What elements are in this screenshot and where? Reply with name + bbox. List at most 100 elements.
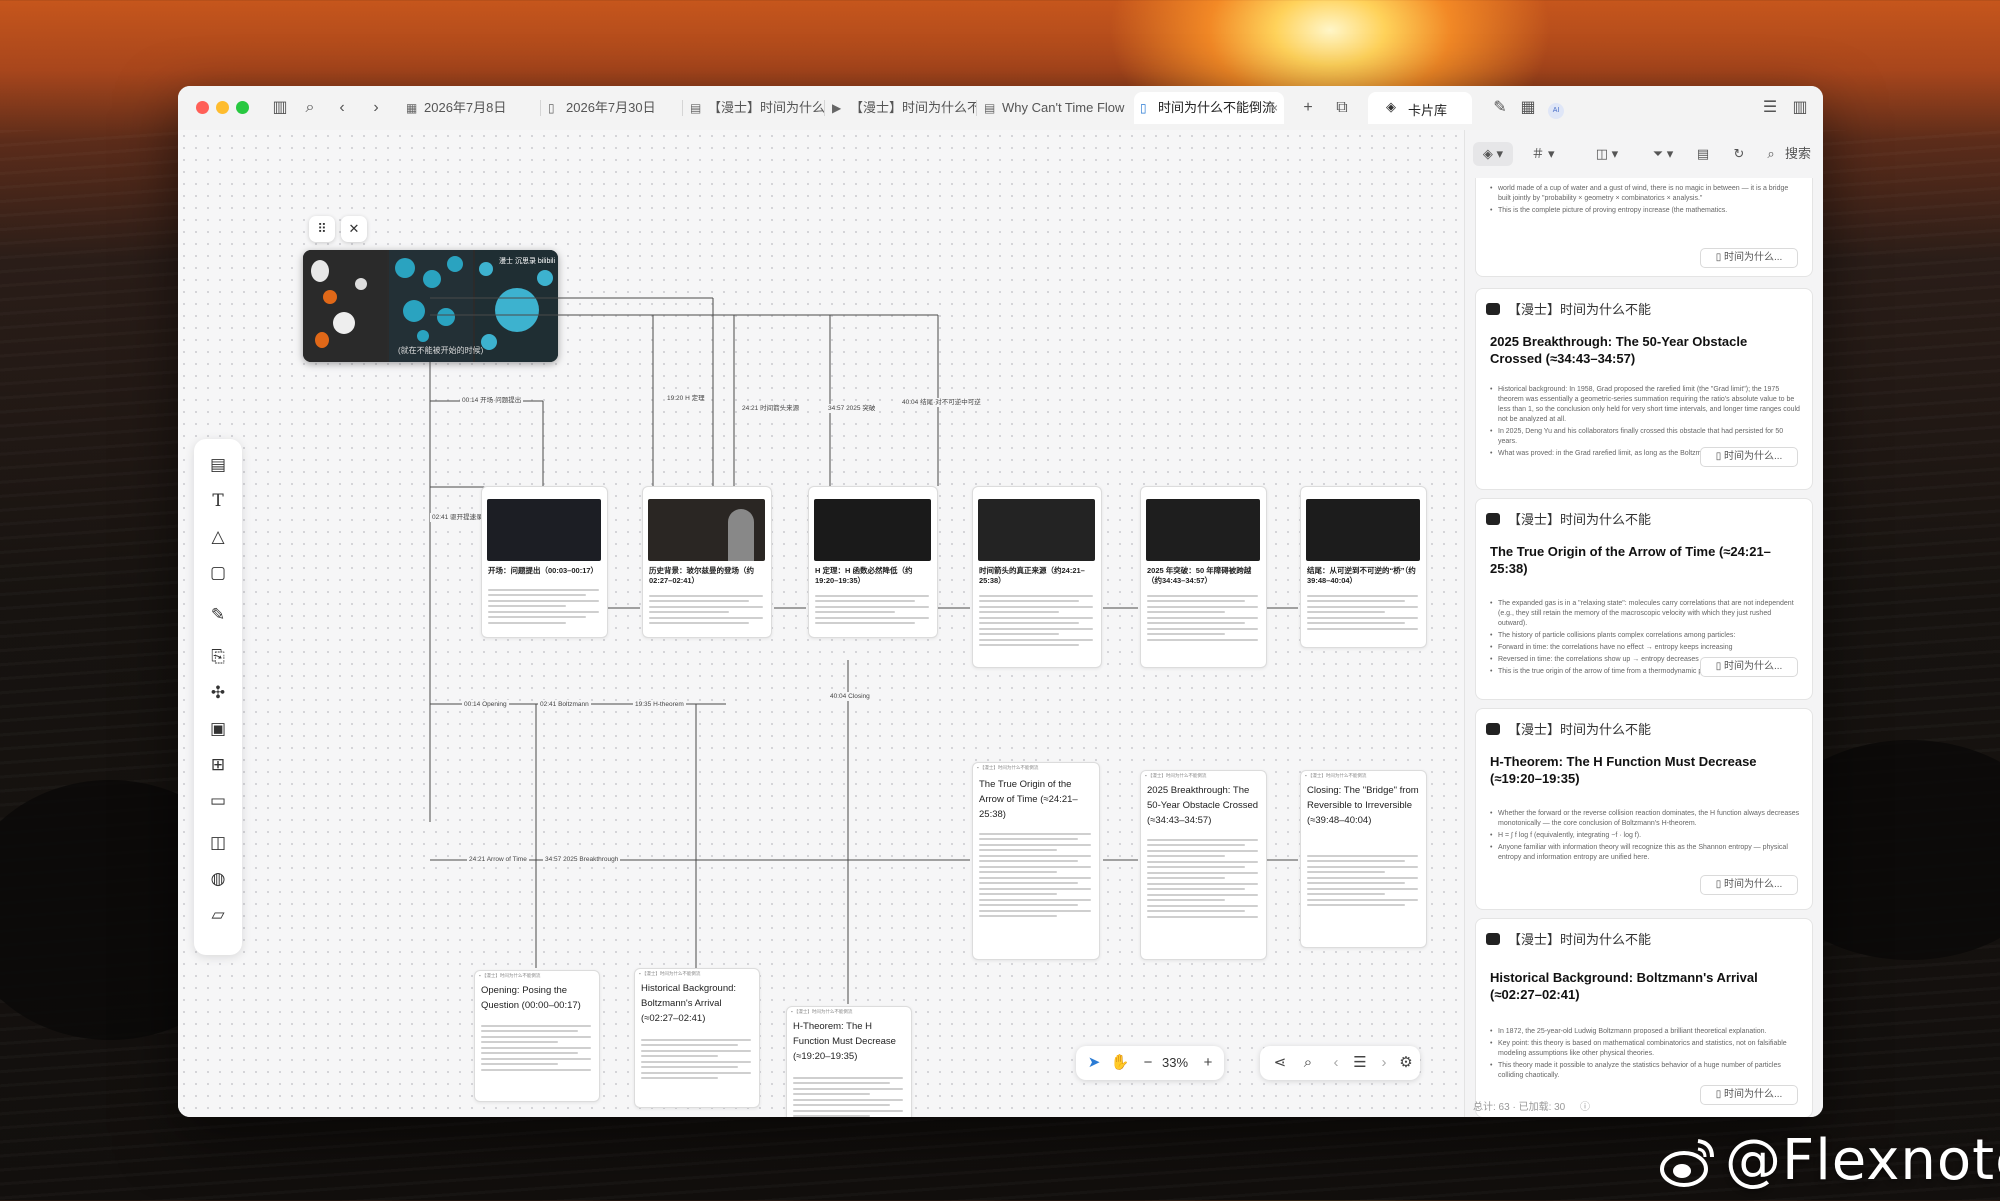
library-card[interactable]: 【漫士】时间为什么不能 2025 Breakthrough: The 50-Ye… bbox=[1475, 288, 1813, 490]
source-link-button[interactable]: ▯ 时间为什么... bbox=[1700, 447, 1798, 467]
zoom-window-button[interactable] bbox=[236, 101, 249, 114]
body-line: This theory made it possible to analyze … bbox=[1490, 1061, 1800, 1081]
canvas-card[interactable]: 时间箭头的真正来源（约24:21–25:38） bbox=[972, 486, 1102, 668]
pointer-icon[interactable]: ➤ bbox=[1082, 1051, 1106, 1075]
panel-status: 总计: 63 · 已加载: 30 ⓘ bbox=[1473, 1098, 1590, 1113]
card-source: 【漫士】时间为什么不能 bbox=[1486, 299, 1651, 318]
zoom-level[interactable]: 33% bbox=[1162, 1055, 1188, 1070]
card-title: Historical Background: Boltzmann's Arriv… bbox=[1490, 970, 1758, 1002]
card-title: H 定理：H 函数必然降低（约19:20–19:35） bbox=[815, 566, 913, 585]
card-body bbox=[1147, 835, 1258, 921]
tab-5[interactable]: ▤ Why Can't Time Flow ... bbox=[978, 92, 1128, 124]
refresh-icon[interactable]: ↻ bbox=[1727, 142, 1751, 166]
tab-4[interactable]: ▶ 【漫士】时间为什么不... bbox=[826, 92, 976, 124]
new-tab-icon[interactable]: + bbox=[1296, 96, 1320, 120]
tab-1[interactable]: ▦ 2026年7月8日 bbox=[400, 92, 540, 124]
card-header: ▪ 【漫士】时间为什么不能倒流 bbox=[479, 973, 541, 978]
body-line: In 1872, the 25-year-old Ludwig Boltzman… bbox=[1490, 1027, 1800, 1037]
share-icon[interactable]: ⋖ bbox=[1268, 1051, 1292, 1075]
card-source: 【漫士】时间为什么不能 bbox=[1486, 929, 1651, 948]
card-body bbox=[1307, 851, 1418, 910]
canvas-card[interactable]: ▪ 【漫士】时间为什么不能倒流 Historical Background: B… bbox=[634, 968, 760, 1108]
body-line: The history of particle collisions plant… bbox=[1490, 631, 1800, 641]
prev-icon[interactable]: ‹ bbox=[1324, 1051, 1348, 1075]
zoom-in-icon[interactable]: + bbox=[1196, 1051, 1220, 1075]
canvas-card[interactable]: 开场：问题提出（00:03–00:17） bbox=[481, 486, 608, 638]
source-link-button[interactable]: ▯ 时间为什么... bbox=[1700, 875, 1798, 895]
next-icon[interactable]: › bbox=[1372, 1051, 1396, 1075]
canvas-card[interactable]: 历史背景：玻尔兹曼的登场（约02:27–02:41） bbox=[642, 486, 772, 638]
canvas-card[interactable]: ▪ 【漫士】时间为什么不能倒流 Opening: Posing the Ques… bbox=[474, 970, 600, 1102]
layers-icon: ◈ bbox=[1386, 99, 1396, 114]
ai-icon[interactable]: AI bbox=[1544, 96, 1568, 120]
doc-icon[interactable]: ▤ bbox=[1691, 142, 1715, 166]
right-sidebar-icon[interactable]: ▥ bbox=[1788, 96, 1812, 120]
library-card[interactable]: 【漫士】时间为什么不能 The True Origin of the Arrow… bbox=[1475, 498, 1813, 700]
document-icon: ▤ bbox=[690, 101, 702, 115]
library-card[interactable]: 【漫士】时间为什么不能 H-Theorem: The H Function Mu… bbox=[1475, 708, 1813, 910]
close-tab-icon[interactable]: × bbox=[1271, 92, 1278, 124]
tab-2[interactable]: ▯ 2026年7月30日 bbox=[542, 92, 682, 124]
close-window-button[interactable] bbox=[196, 101, 209, 114]
card-body bbox=[979, 591, 1093, 650]
whiteboard-canvas[interactable]: ▤ T △ ▢ ✎ ⎘ ✣ ▣ ⊞ ▭ ◫ ◍ ▱ ⠿ ✕ 漫士 沉思录 bil… bbox=[178, 130, 1464, 1117]
zoom-out-icon[interactable]: − bbox=[1136, 1051, 1160, 1075]
outline-icon[interactable]: ☰ bbox=[1348, 1051, 1372, 1075]
sidebar-toggle-icon[interactable]: ▥ bbox=[268, 96, 292, 120]
card-body: Whether the forward or the reverse colli… bbox=[1490, 809, 1800, 865]
card-header: ▪ 【漫士】时间为什么不能倒流 bbox=[1305, 773, 1367, 778]
source-link-button[interactable]: ▯ 时间为什么... bbox=[1700, 1085, 1798, 1105]
calendar-icon[interactable]: ▦ bbox=[1516, 96, 1540, 120]
tab-6-active[interactable]: ▯ 时间为什么不能倒流 × bbox=[1134, 92, 1284, 124]
canvas-card[interactable]: 结尾：从可逆到不可逆的“桥”（约39:48–40:04） bbox=[1300, 486, 1427, 648]
search-icon[interactable]: ⌕ bbox=[1296, 1051, 1320, 1075]
minimize-window-button[interactable] bbox=[216, 101, 229, 114]
card-title: 开场：问题提出（00:03–00:17） bbox=[488, 566, 599, 575]
video-icon bbox=[1486, 513, 1500, 525]
source-label: 【漫士】时间为什么不能 bbox=[1508, 302, 1652, 317]
edge-label: 19:20 H 定理 bbox=[665, 394, 707, 403]
card-title: H-Theorem: The H Function Must Decrease … bbox=[793, 1021, 896, 1062]
settings-icon[interactable]: ⚙ bbox=[1394, 1051, 1418, 1075]
canvas-card[interactable]: 2025 年突破：50 年障碍被跨越（约34:43–34:57） bbox=[1140, 486, 1267, 668]
body-line: Whether the forward or the reverse colli… bbox=[1490, 809, 1800, 829]
link-label: 时间为什么... bbox=[1723, 451, 1783, 462]
card-thumbnail bbox=[1146, 499, 1260, 561]
hand-icon[interactable]: ✋ bbox=[1108, 1051, 1132, 1075]
forward-icon[interactable]: › bbox=[364, 96, 388, 120]
search-icon[interactable]: ⌕ bbox=[1761, 142, 1781, 166]
card-thumbnail bbox=[978, 499, 1095, 561]
tab-3[interactable]: ▤ 【漫士】时间为什么不... bbox=[684, 92, 824, 124]
card-thumbnail bbox=[648, 499, 765, 561]
funnel-filter-button[interactable]: ⏷ ▾ bbox=[1643, 142, 1683, 166]
card-body bbox=[979, 829, 1091, 921]
tab-separator bbox=[824, 100, 825, 116]
back-icon[interactable]: ‹ bbox=[330, 96, 354, 120]
card-library-tab[interactable]: ◈ 卡片库 bbox=[1368, 92, 1472, 124]
list-icon[interactable]: ☰ bbox=[1758, 96, 1782, 120]
pen-icon[interactable]: ✎ bbox=[1488, 96, 1512, 120]
layers-filter-button[interactable]: ◈ ▾ bbox=[1473, 142, 1513, 166]
help-icon[interactable]: ⓘ bbox=[1580, 1102, 1590, 1113]
source-link-button[interactable]: ▯ 时间为什么... bbox=[1700, 248, 1798, 268]
link-label: 时间为什么... bbox=[1723, 252, 1783, 263]
watermark-text: @Flexnote bbox=[1725, 1128, 2000, 1193]
search-input[interactable]: 搜索 bbox=[1785, 142, 1823, 166]
weibo-logo-icon bbox=[1660, 1139, 1714, 1187]
canvas-card[interactable]: H 定理：H 函数必然降低（约19:20–19:35） bbox=[808, 486, 938, 638]
library-card[interactable]: world made of a cup of water and a gust … bbox=[1475, 178, 1813, 277]
search-icon[interactable]: ⌕ bbox=[298, 96, 322, 120]
library-card[interactable]: 【漫士】时间为什么不能 Historical Background: Boltz… bbox=[1475, 918, 1813, 1117]
book-filter-button[interactable]: ◫ ▾ bbox=[1587, 142, 1627, 166]
tab-label: 2026年7月8日 bbox=[424, 100, 507, 115]
canvas-card[interactable]: ▪ 【漫士】时间为什么不能倒流 Closing: The "Bridge" fr… bbox=[1300, 770, 1427, 948]
library-icon[interactable]: ⧉ bbox=[1330, 96, 1354, 120]
source-link-button[interactable]: ▯ 时间为什么... bbox=[1700, 657, 1798, 677]
card-title: 2025 Breakthrough: The 50-Year Obstacle … bbox=[1147, 785, 1259, 826]
canvas-card[interactable]: ▪ 【漫士】时间为什么不能倒流 H-Theorem: The H Functio… bbox=[786, 1006, 912, 1117]
tag-filter-button[interactable]: ＃ ▾ bbox=[1523, 142, 1563, 166]
link-label: 时间为什么... bbox=[1723, 661, 1783, 672]
link-label: 时间为什么... bbox=[1723, 1089, 1783, 1100]
canvas-card[interactable]: ▪ 【漫士】时间为什么不能倒流 The True Origin of the A… bbox=[972, 762, 1100, 960]
canvas-card[interactable]: ▪ 【漫士】时间为什么不能倒流 2025 Breakthrough: The 5… bbox=[1140, 770, 1267, 960]
